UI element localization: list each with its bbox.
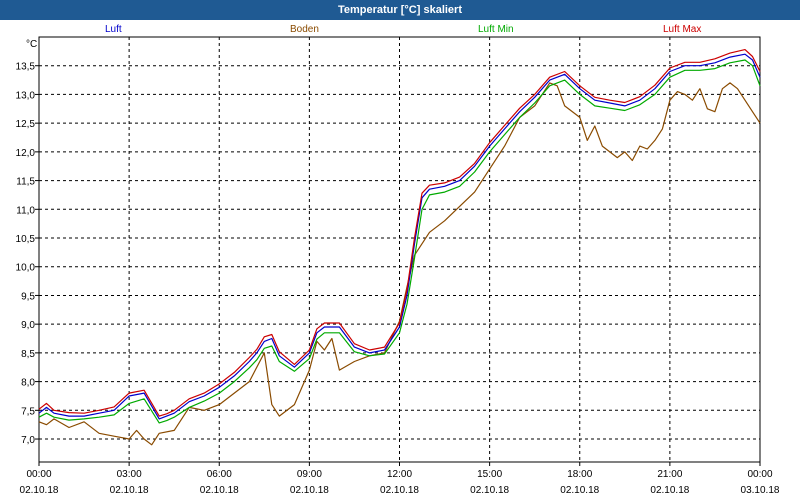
- y-tick-label: 13,0: [16, 90, 36, 101]
- y-tick-label: 10,0: [16, 263, 36, 274]
- y-tick-label: 8,0: [21, 378, 35, 389]
- y-tick-label: 12,0: [16, 148, 36, 159]
- y-tick-label: 7,0: [21, 435, 35, 446]
- x-tick-time: 03:00: [117, 469, 142, 480]
- y-tick-label: 7,5: [21, 406, 35, 417]
- x-tick-date: 02.10.18: [560, 485, 599, 496]
- x-tick-date: 02.10.18: [20, 485, 59, 496]
- x-tick-time: 00:00: [747, 469, 772, 480]
- x-tick-date: 02.10.18: [470, 485, 509, 496]
- series-line-boden: [38, 82, 761, 446]
- x-tick-time: 09:00: [297, 469, 322, 480]
- x-tick-time: 06:00: [207, 469, 232, 480]
- x-tick-time: 12:00: [387, 469, 412, 480]
- y-tick-label: 11,5: [16, 177, 35, 188]
- x-tick-time: 15:00: [477, 469, 502, 480]
- x-tick-time: 21:00: [657, 469, 682, 480]
- x-tick-date: 02.10.18: [650, 485, 689, 496]
- y-tick-label: 9,5: [21, 291, 35, 302]
- y-tick-label: 8,5: [21, 349, 35, 360]
- x-tick-date: 02.10.18: [290, 485, 329, 496]
- x-tick-date: 02.10.18: [200, 485, 239, 496]
- y-tick-label: 12,5: [16, 119, 36, 130]
- y-tick-label: 11,0: [16, 205, 35, 216]
- y-unit-label: °C: [26, 39, 37, 50]
- x-tick-time: 00:00: [26, 469, 51, 480]
- y-tick-label: 13,5: [16, 62, 36, 73]
- x-tick-date: 02.10.18: [110, 485, 149, 496]
- tick-labels: 7,0 7,5 8,0 8,5 9,0 9,5 10,0 10,5 11,0 11,5 12,0 12…: [16, 62, 780, 496]
- y-tick-label: 9,0: [21, 320, 35, 331]
- temperature-chart: °C 7,0 7,5 8,0 8,5 9,0 9,5 10,0 10,5 11,0 11,5 12,…: [16, 36, 780, 496]
- y-tick-label: 10,5: [16, 234, 36, 245]
- x-tick-date: 02.10.18: [380, 485, 419, 496]
- x-tick-time: 18:00: [567, 469, 592, 480]
- x-tick-date: 03.10.18: [741, 485, 780, 496]
